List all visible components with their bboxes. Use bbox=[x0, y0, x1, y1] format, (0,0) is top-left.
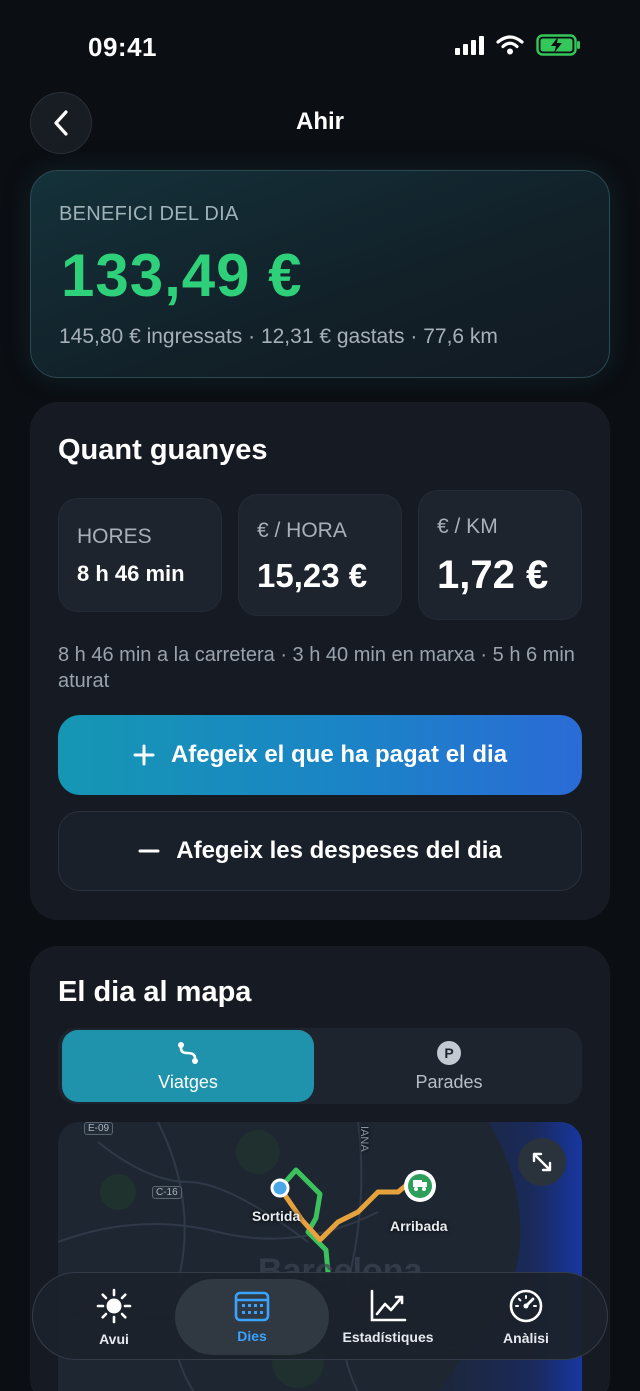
profit-summary: 145,80 € ingressats · 12,31 € gastats · … bbox=[59, 325, 498, 348]
page-title: Ahir bbox=[296, 108, 344, 135]
cellular-signal-icon bbox=[455, 35, 484, 55]
status-bar: 09:41 bbox=[0, 0, 640, 90]
sun-icon bbox=[96, 1288, 132, 1324]
metric-per-km: € / KM 1,72 € bbox=[418, 490, 582, 620]
plus-icon bbox=[133, 744, 155, 766]
metric-per-hour-value: 15,23 € bbox=[257, 557, 368, 594]
tab-days[interactable]: Dies bbox=[175, 1279, 329, 1355]
street-label: IANA bbox=[358, 1126, 370, 1152]
tab-stops-label: Parades bbox=[415, 1071, 483, 1092]
add-income-button[interactable]: Afegeix el que ha pagat el dia bbox=[58, 715, 582, 795]
tab-statistics-label: Estadístiques bbox=[342, 1329, 434, 1345]
earnings-title: Quant guanyes bbox=[58, 434, 268, 466]
minus-icon bbox=[138, 849, 160, 853]
parking-icon: P bbox=[437, 1040, 461, 1065]
road-tag-c16: C-16 bbox=[152, 1186, 182, 1199]
tab-days-label: Dies bbox=[237, 1328, 267, 1344]
earnings-card: Quant guanyes HORES 8 h 46 min € / HORA … bbox=[30, 402, 610, 920]
road-tag-e09: E-09 bbox=[84, 1122, 114, 1135]
profit-value: 133,49 € bbox=[61, 242, 303, 309]
tab-analysis-label: Anàlisi bbox=[503, 1330, 549, 1346]
route-icon bbox=[178, 1041, 198, 1064]
map-mode-segmented-control: Viatges P Parades bbox=[58, 1028, 582, 1104]
map-title: El dia al mapa bbox=[58, 976, 252, 1008]
metric-hours: HORES 8 h 46 min bbox=[58, 498, 222, 612]
battery-charging-icon bbox=[536, 34, 580, 56]
tab-trips-label: Viatges bbox=[158, 1071, 218, 1092]
profit-label: BENEFICI DEL DIA bbox=[59, 203, 239, 225]
add-income-label: Afegeix el que ha pagat el dia bbox=[170, 741, 508, 768]
add-expense-button[interactable]: Afegeix les despeses del dia bbox=[58, 811, 582, 891]
metric-per-hour: € / HORA 15,23 € bbox=[238, 494, 402, 616]
status-icons bbox=[455, 34, 582, 56]
metric-per-hour-label: € / HORA bbox=[257, 519, 347, 542]
status-time: 09:41 bbox=[88, 32, 157, 62]
wifi-icon bbox=[496, 35, 524, 55]
time-breakdown: 8 h 46 min a la carretera · 3 h 40 min e… bbox=[58, 644, 575, 692]
tab-trips[interactable]: Viatges bbox=[62, 1030, 314, 1102]
chart-icon bbox=[370, 1289, 407, 1322]
speedometer-icon bbox=[509, 1289, 543, 1323]
add-expense-label: Afegeix les despeses del dia bbox=[176, 837, 502, 864]
start-label: Sortida bbox=[252, 1208, 301, 1224]
svg-text:P: P bbox=[444, 1045, 453, 1061]
metric-hours-value: 8 h 46 min bbox=[77, 561, 185, 586]
end-label: Arribada bbox=[390, 1218, 448, 1234]
calendar-icon bbox=[234, 1291, 270, 1322]
expand-map-button[interactable] bbox=[518, 1138, 566, 1186]
tab-today-label: Avui bbox=[99, 1331, 129, 1347]
metric-hours-label: HORES bbox=[77, 525, 152, 548]
bottom-tab-bar: Avui Dies Estadístiques Anàlisi bbox=[32, 1272, 608, 1360]
tab-today[interactable]: Avui bbox=[39, 1279, 189, 1355]
tab-analysis[interactable]: Anàlisi bbox=[451, 1279, 601, 1355]
metric-per-km-value: 1,72 € bbox=[437, 553, 549, 597]
daily-profit-card: BENEFICI DEL DIA 133,49 € 145,80 € ingre… bbox=[30, 170, 610, 378]
expand-icon bbox=[532, 1152, 552, 1172]
tab-stops[interactable]: P Parades bbox=[320, 1028, 578, 1104]
metric-per-km-label: € / KM bbox=[437, 515, 498, 538]
tab-statistics[interactable]: Estadístiques bbox=[315, 1279, 461, 1355]
